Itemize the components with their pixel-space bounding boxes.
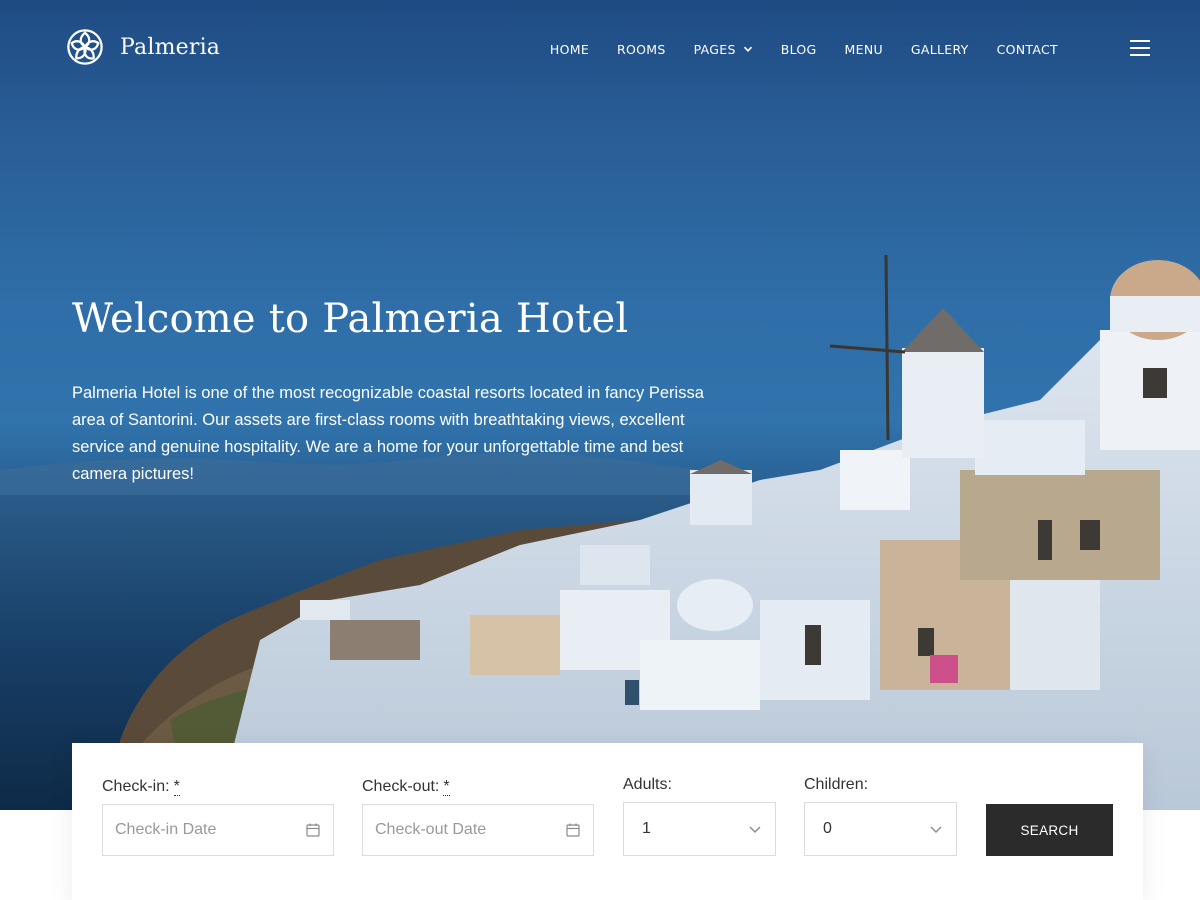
nav-item-home[interactable]: HOME — [550, 42, 589, 57]
site-header: Palmeria HOME ROOMS PAGES BLOG MENU GALL… — [0, 0, 1200, 98]
nav-item-gallery[interactable]: GALLERY — [911, 42, 969, 57]
check-in-input[interactable] — [115, 821, 299, 839]
nav-item-contact[interactable]: CONTACT — [997, 42, 1058, 57]
booking-form: Check-in:* Check-out:* Adults: 1 — [72, 743, 1143, 900]
hamburger-line — [1130, 40, 1150, 42]
adults-select[interactable]: 1 — [623, 802, 776, 856]
adults-label: Adults: — [623, 776, 672, 793]
hero-description: Palmeria Hotel is one of the most recogn… — [72, 384, 704, 483]
check-out-input[interactable] — [375, 821, 559, 839]
hamburger-icon[interactable] — [1130, 40, 1150, 56]
nav-item-menu[interactable]: MENU — [845, 42, 883, 57]
adults-value: 1 — [642, 820, 651, 837]
children-label: Children: — [804, 776, 869, 793]
chevron-down-icon — [749, 826, 761, 833]
hamburger-line — [1130, 47, 1150, 49]
site-name: Palmeria — [120, 34, 221, 60]
required-mark: * — [443, 778, 450, 796]
hero-title: Welcome to Palmeria Hotel — [72, 296, 629, 342]
hero-section: Palmeria HOME ROOMS PAGES BLOG MENU GALL… — [0, 0, 1200, 810]
calendar-icon[interactable] — [565, 822, 581, 838]
required-mark: * — [173, 778, 180, 796]
nav-item-rooms[interactable]: ROOMS — [617, 42, 666, 57]
check-in-label: Check-in: * — [102, 778, 180, 796]
calendar-icon[interactable] — [305, 822, 321, 838]
check-in-label-text: Check-in: — [102, 778, 170, 795]
nav-item-pages[interactable]: PAGES — [694, 42, 753, 57]
nav-item-blog[interactable]: BLOG — [781, 42, 817, 57]
check-in-field[interactable] — [102, 804, 334, 856]
chevron-down-icon — [743, 46, 752, 52]
check-out-field[interactable] — [362, 804, 594, 856]
chevron-down-icon — [930, 826, 942, 833]
check-out-label: Check-out: * — [362, 778, 450, 796]
site-logo[interactable]: Palmeria — [66, 27, 220, 67]
nav-item-pages-label: PAGES — [693, 41, 736, 57]
flower-logo-icon — [67, 29, 103, 65]
children-select[interactable]: 0 — [804, 802, 957, 856]
children-value: 0 — [823, 820, 832, 837]
check-out-label-text: Check-out: — [362, 778, 440, 795]
search-button[interactable]: SEARCH — [986, 804, 1113, 856]
main-navigation: HOME ROOMS PAGES BLOG MENU GALLERY CONTA… — [550, 38, 1058, 60]
hamburger-line — [1130, 54, 1150, 56]
